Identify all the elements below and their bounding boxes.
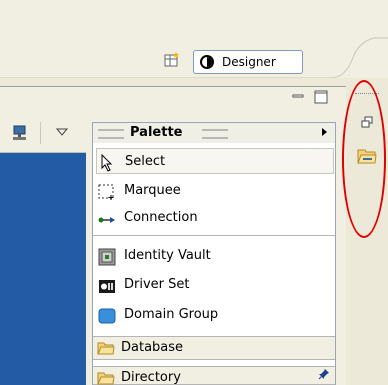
palette-grip-right: [202, 129, 228, 139]
connection-icon: [98, 217, 115, 223]
minimize-icon[interactable]: [292, 90, 304, 102]
view-menu-chevron-icon[interactable]: [56, 128, 68, 138]
palette-tool-select[interactable]: Select: [96, 148, 334, 174]
cursor-arrow-icon: [101, 154, 113, 172]
palette-item-identity-vault[interactable]: Identity Vault: [96, 243, 334, 269]
palette-item-label: Driver Set: [124, 277, 190, 292]
domain-group-icon: [98, 308, 116, 324]
open-perspective-icon[interactable]: [164, 52, 180, 68]
highlight-oval: [342, 80, 386, 238]
driver-set-icon: [99, 280, 115, 293]
palette-drawer-label: Directory: [121, 370, 181, 385]
palette-tool-label: Connection: [124, 210, 198, 225]
pin-icon[interactable]: [318, 368, 330, 380]
folder-icon: [97, 372, 115, 385]
palette-item-label: Domain Group: [124, 307, 219, 322]
designer-label: Designer: [222, 55, 276, 69]
palette-tool-label: Select: [125, 154, 166, 169]
identity-vault-icon: [98, 248, 116, 266]
palette-tool-connection[interactable]: Connection: [96, 205, 334, 231]
palette-item-label: Identity Vault: [124, 248, 211, 263]
designer-icon: [200, 55, 214, 69]
model-canvas[interactable]: [0, 153, 86, 385]
toolbar-separator: [40, 122, 41, 144]
maximize-icon[interactable]: [314, 90, 328, 104]
marquee-icon: [98, 184, 114, 200]
palette-menu-arrow-icon[interactable]: [322, 128, 327, 136]
palette-item-driver-set[interactable]: Driver Set: [96, 272, 334, 298]
palette-drawer-directory[interactable]: Directory: [93, 366, 335, 385]
palette-tool-marquee[interactable]: Marquee: [96, 178, 334, 204]
folder-icon: [97, 342, 115, 355]
palette-item-domain-group[interactable]: Domain Group: [96, 302, 334, 328]
designer-perspective-button[interactable]: Designer: [193, 50, 303, 74]
palette-separator: [93, 235, 335, 236]
palette-drawer-database[interactable]: Database: [93, 336, 335, 360]
palette-tool-label: Marquee: [124, 183, 181, 198]
palette-grip-left: [98, 129, 124, 139]
palette-title: Palette: [130, 125, 183, 140]
palette-drawer-label: Database: [121, 340, 184, 355]
monitor-icon[interactable]: [12, 125, 28, 141]
